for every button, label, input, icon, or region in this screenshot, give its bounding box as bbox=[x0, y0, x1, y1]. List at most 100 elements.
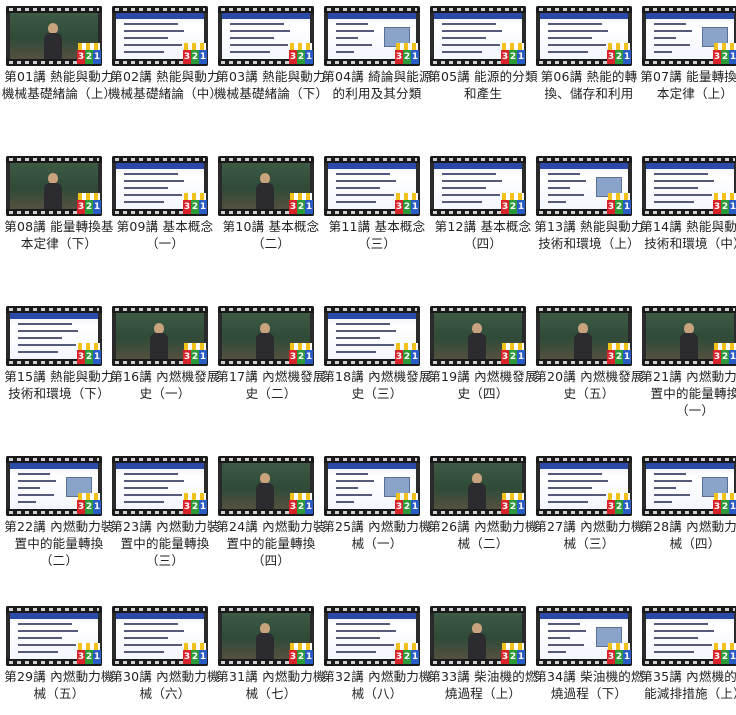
clapperboard-321-icon: 321 bbox=[712, 192, 736, 216]
video-thumbnail[interactable]: 321 bbox=[218, 306, 314, 366]
film-strip-icon bbox=[536, 306, 632, 313]
video-thumbnail[interactable]: 321 bbox=[324, 306, 420, 366]
video-title[interactable]: 第29講 內燃動力機械（五） bbox=[0, 668, 118, 702]
video-title[interactable]: 第27講 內燃動力機械（三） bbox=[530, 518, 648, 552]
video-thumbnail[interactable]: 321 bbox=[218, 6, 314, 66]
video-title[interactable]: 第23講 內燃動力裝置中的能量轉換（三） bbox=[106, 518, 224, 569]
lecturer-figure bbox=[468, 473, 486, 509]
video-thumbnail[interactable]: 321 bbox=[6, 306, 102, 366]
video-thumbnail[interactable]: 321 bbox=[112, 6, 208, 66]
video-thumbnail[interactable]: 321 bbox=[112, 306, 208, 366]
video-title[interactable]: 第30講 內燃動力機械（六） bbox=[106, 668, 224, 702]
video-thumbnail[interactable]: 321 bbox=[6, 156, 102, 216]
video-thumbnail[interactable]: 321 bbox=[642, 456, 736, 516]
video-title[interactable]: 第28講 內燃動力機械（四） bbox=[636, 518, 736, 552]
clapperboard-321-icon: 321 bbox=[288, 642, 314, 666]
video-title[interactable]: 第35講 內燃機的節能減排措施（上） bbox=[636, 668, 736, 702]
video-title[interactable]: 第32講 內燃動力機械（八） bbox=[318, 668, 436, 702]
video-title[interactable]: 第34講 柴油機的燃燒過程（下） bbox=[530, 668, 648, 702]
clapperboard-321-icon: 321 bbox=[394, 492, 420, 516]
video-thumbnail[interactable]: 321 bbox=[536, 606, 632, 666]
clapperboard-321-icon: 321 bbox=[500, 492, 526, 516]
video-thumbnail[interactable]: 321 bbox=[642, 606, 736, 666]
video-title[interactable]: 第21講 內燃動力裝置中的能量轉換（一） bbox=[636, 368, 736, 419]
video-title[interactable]: 第03講 熱能與動力機械基礎緒論（下） bbox=[212, 68, 330, 102]
video-title[interactable]: 第17講 內燃機發展史（二） bbox=[212, 368, 330, 402]
video-thumbnail[interactable]: 321 bbox=[536, 456, 632, 516]
video-thumbnail[interactable]: 321 bbox=[430, 456, 526, 516]
film-strip-icon bbox=[324, 6, 420, 13]
video-title[interactable]: 第20講 內燃機發展史（五） bbox=[530, 368, 648, 402]
video-title[interactable]: 第05講 能源的分類和產生 bbox=[424, 68, 542, 102]
clapperboard-321-icon: 321 bbox=[500, 342, 526, 366]
video-thumbnail[interactable]: 321 bbox=[430, 6, 526, 66]
video-thumbnail[interactable]: 321 bbox=[6, 6, 102, 66]
clapperboard-321-icon: 321 bbox=[288, 192, 314, 216]
video-thumbnail[interactable]: 321 bbox=[218, 156, 314, 216]
video-title[interactable]: 第15講 熱能與動力技術和環境（下） bbox=[0, 368, 118, 402]
video-title[interactable]: 第10講 基本概念（二） bbox=[212, 218, 330, 252]
clapperboard-321-icon: 321 bbox=[712, 342, 736, 366]
film-strip-icon bbox=[430, 156, 526, 163]
video-thumbnail[interactable]: 321 bbox=[324, 6, 420, 66]
video-title[interactable]: 第07講 能量轉換基本定律（上） bbox=[636, 68, 736, 102]
video-title[interactable]: 第14講 熱能與動力技術和環境（中） bbox=[636, 218, 736, 252]
film-strip-icon bbox=[112, 456, 208, 463]
video-title[interactable]: 第12講 基本概念（四） bbox=[424, 218, 542, 252]
video-title[interactable]: 第09講 基本概念（一） bbox=[106, 218, 224, 252]
video-title[interactable]: 第33講 柴油機的燃燒過程（上） bbox=[424, 668, 542, 702]
video-thumbnail[interactable]: 321 bbox=[112, 606, 208, 666]
clapperboard-321-icon: 321 bbox=[182, 342, 208, 366]
lecturer-figure bbox=[574, 323, 592, 359]
film-strip-icon bbox=[112, 606, 208, 613]
video-title[interactable]: 第01講 熱能與動力機械基礎緒論（上） bbox=[0, 68, 118, 102]
video-thumbnail[interactable]: 321 bbox=[642, 156, 736, 216]
video-title[interactable]: 第16講 內燃機發展史（一） bbox=[106, 368, 224, 402]
video-title[interactable]: 第13講 熱能與動力技術和環境（上） bbox=[530, 218, 648, 252]
video-thumbnail[interactable]: 321 bbox=[6, 456, 102, 516]
lecturer-figure bbox=[44, 23, 62, 59]
film-strip-icon bbox=[642, 606, 736, 613]
video-thumbnail[interactable]: 321 bbox=[642, 6, 736, 66]
film-strip-icon bbox=[430, 306, 526, 313]
clapperboard-321-icon: 321 bbox=[182, 192, 208, 216]
video-thumbnail[interactable]: 321 bbox=[536, 156, 632, 216]
video-title[interactable]: 第24講 內燃動力裝置中的能量轉換（四） bbox=[212, 518, 330, 569]
video-title[interactable]: 第31講 內燃動力機械（七） bbox=[212, 668, 330, 702]
video-thumbnail[interactable]: 321 bbox=[112, 156, 208, 216]
film-strip-icon bbox=[112, 156, 208, 163]
video-thumbnail[interactable]: 321 bbox=[324, 156, 420, 216]
video-thumbnail[interactable]: 321 bbox=[430, 606, 526, 666]
video-title[interactable]: 第25講 內燃動力機械（一） bbox=[318, 518, 436, 552]
video-title[interactable]: 第04講 綺論與能源的利用及其分類 bbox=[318, 68, 436, 102]
film-strip-icon bbox=[218, 456, 314, 463]
video-title[interactable]: 第02講 熱能與動力機械基礎緒論（中） bbox=[106, 68, 224, 102]
film-strip-icon bbox=[218, 606, 314, 613]
video-title[interactable]: 第26講 內燃動力機械（二） bbox=[424, 518, 542, 552]
clapperboard-321-icon: 321 bbox=[500, 642, 526, 666]
lecturer-figure bbox=[680, 323, 698, 359]
video-thumbnail[interactable]: 321 bbox=[324, 456, 420, 516]
video-thumbnail[interactable]: 321 bbox=[430, 306, 526, 366]
film-strip-icon bbox=[218, 156, 314, 163]
clapperboard-321-icon: 321 bbox=[288, 492, 314, 516]
video-title[interactable]: 第11講 基本概念（三） bbox=[318, 218, 436, 252]
video-thumbnail[interactable]: 321 bbox=[536, 306, 632, 366]
video-title[interactable]: 第06講 熱能的轉換、儲存和利用 bbox=[530, 68, 648, 102]
video-thumbnail[interactable]: 321 bbox=[536, 6, 632, 66]
film-strip-icon bbox=[324, 456, 420, 463]
video-thumbnail[interactable]: 321 bbox=[6, 606, 102, 666]
video-thumbnail[interactable]: 321 bbox=[430, 156, 526, 216]
video-thumbnail[interactable]: 321 bbox=[218, 606, 314, 666]
video-title[interactable]: 第22講 內燃動力裝置中的能量轉換（二） bbox=[0, 518, 118, 569]
video-thumbnail[interactable]: 321 bbox=[324, 606, 420, 666]
video-thumbnail[interactable]: 321 bbox=[642, 306, 736, 366]
video-thumbnail[interactable]: 321 bbox=[112, 456, 208, 516]
video-title[interactable]: 第08講 能量轉換基本定律（下） bbox=[0, 218, 118, 252]
video-title[interactable]: 第19講 內燃機發展史（四） bbox=[424, 368, 542, 402]
video-thumbnail[interactable]: 321 bbox=[218, 456, 314, 516]
lecturer-figure bbox=[256, 173, 274, 209]
film-strip-icon bbox=[324, 606, 420, 613]
film-strip-icon bbox=[6, 456, 102, 463]
video-title[interactable]: 第18講 內燃機發展史（三） bbox=[318, 368, 436, 402]
